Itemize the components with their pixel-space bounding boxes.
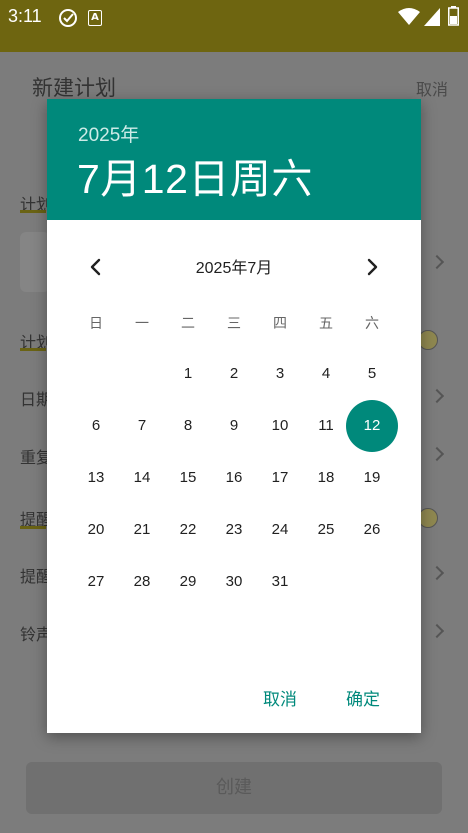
signal-icon: [424, 8, 440, 26]
row-label-date: 日期: [20, 390, 50, 409]
battery-icon: [448, 6, 459, 26]
a-badge-icon: A: [88, 10, 102, 26]
calendar-day[interactable]: 11: [303, 400, 349, 452]
chevron-right-icon: [429, 623, 445, 639]
calendar-day[interactable]: 17: [257, 452, 303, 504]
section-underline: [20, 526, 46, 529]
calendar-day[interactable]: 25: [303, 504, 349, 556]
weekday-label: 二: [181, 316, 195, 332]
chevron-right-icon: [429, 254, 445, 270]
calendar-day[interactable]: 4: [303, 348, 349, 400]
page-title: 新建计划: [32, 76, 116, 100]
header-year[interactable]: 2025年: [78, 120, 139, 147]
calendar-day-selected[interactable]: 12: [346, 400, 398, 452]
calendar-day[interactable]: 30: [211, 556, 257, 608]
calendar-day[interactable]: 16: [211, 452, 257, 504]
weekday-header: 日 一 二 三 四 五 六: [73, 313, 395, 335]
weekday-label: 日: [89, 316, 103, 332]
calendar-day[interactable]: 28: [119, 556, 165, 608]
chevron-right-icon[interactable]: [357, 252, 387, 282]
date-picker-header: 2025年 7月12日周六: [47, 99, 421, 220]
weekday-label: 一: [135, 316, 149, 332]
toggle-knob: [418, 330, 438, 350]
calendar-day[interactable]: 19: [349, 452, 395, 504]
calendar-day[interactable]: 10: [257, 400, 303, 452]
weekday-label: 三: [227, 316, 241, 332]
calendar-day[interactable]: 18: [303, 452, 349, 504]
plan-name-input: [20, 232, 50, 292]
calendar-day[interactable]: 27: [73, 556, 119, 608]
calendar-day[interactable]: 13: [73, 452, 119, 504]
row-label-repeat: 重复: [20, 448, 50, 467]
wifi-icon: [398, 8, 420, 25]
toggle-knob: [418, 508, 438, 528]
ok-button[interactable]: 确定: [346, 685, 380, 710]
weekday-label: 五: [319, 316, 333, 332]
calendar-day[interactable]: 7: [119, 400, 165, 452]
calendar-day[interactable]: 31: [257, 556, 303, 608]
status-bar: 3:11 A: [0, 0, 468, 52]
weekday-label: 四: [273, 316, 287, 332]
calendar-day[interactable]: 1: [165, 348, 211, 400]
calendar-day[interactable]: 2: [211, 348, 257, 400]
chevron-right-icon: [429, 446, 445, 462]
status-time: 3:11: [8, 6, 42, 26]
section-underline: [20, 348, 46, 351]
date-picker-dialog: 2025年 7月12日周六 2025年7月 日 一 二 三 四 五 六 1 2 …: [47, 99, 421, 733]
calendar-day[interactable]: 5: [349, 348, 395, 400]
calendar-day[interactable]: 22: [165, 504, 211, 556]
calendar-day[interactable]: 9: [211, 400, 257, 452]
calendar-day[interactable]: 14: [119, 452, 165, 504]
header-selected-date[interactable]: 7月12日周六: [77, 145, 313, 205]
check-circle-icon: [59, 9, 77, 27]
calendar-day[interactable]: 20: [73, 504, 119, 556]
calendar-day[interactable]: 21: [119, 504, 165, 556]
section-underline: [20, 210, 46, 213]
calendar-day[interactable]: 8: [165, 400, 211, 452]
row-label-reminder: 提醒: [20, 567, 50, 586]
calendar-day[interactable]: 24: [257, 504, 303, 556]
calendar-day[interactable]: 3: [257, 348, 303, 400]
cancel-button[interactable]: 取消: [263, 685, 297, 710]
calendar-day[interactable]: 15: [165, 452, 211, 504]
row-label-ringtone: 铃声: [20, 625, 50, 644]
chevron-right-icon: [429, 565, 445, 581]
calendar-day[interactable]: 23: [211, 504, 257, 556]
weekday-label: 六: [365, 316, 379, 332]
calendar-day[interactable]: 26: [349, 504, 395, 556]
create-button: 创建: [26, 762, 442, 814]
calendar-day[interactable]: 6: [73, 400, 119, 452]
chevron-right-icon: [429, 388, 445, 404]
calendar-day[interactable]: 29: [165, 556, 211, 608]
page-cancel-button: 取消: [415, 80, 448, 99]
